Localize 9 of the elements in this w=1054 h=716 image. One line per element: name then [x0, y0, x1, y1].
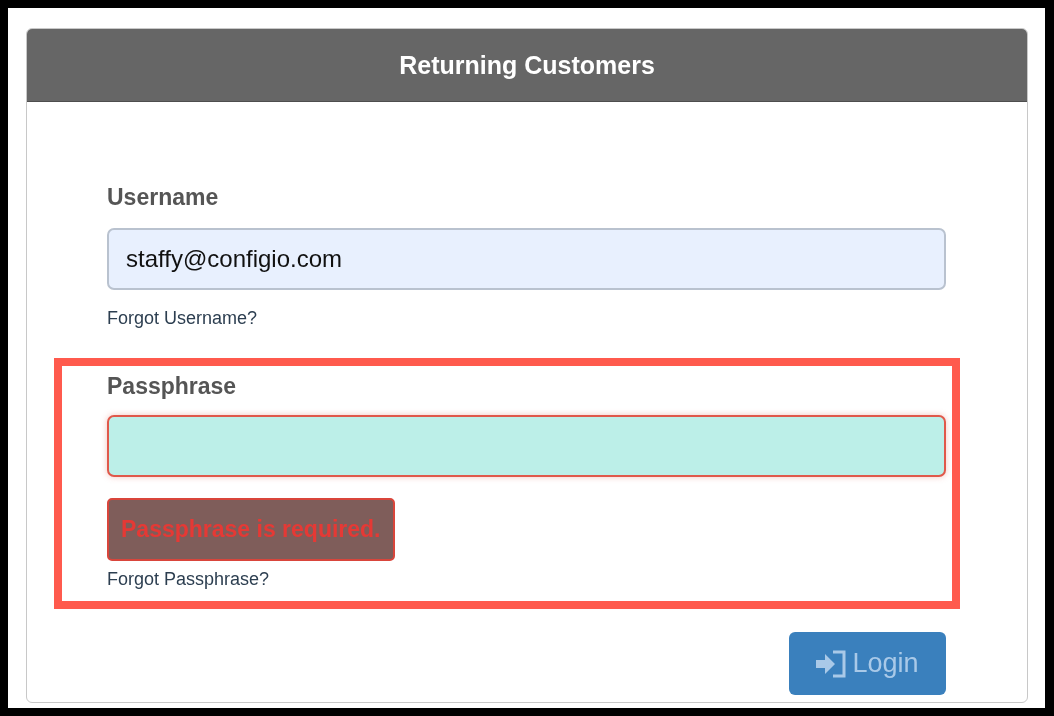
field-label: Username [107, 184, 219, 210]
forgot-link[interactable]: Forgot Passphrase? [107, 568, 270, 590]
input-field[interactable] [107, 415, 946, 477]
field-label: Passphrase [107, 373, 237, 399]
sign-in-icon [816, 649, 847, 678]
input-field[interactable]: staffy@configio.com [107, 228, 946, 290]
panel-title: Returning Customers [399, 50, 655, 80]
error-message: Passphrase is required. [107, 498, 395, 561]
forgot-link[interactable]: Forgot Username? [107, 307, 258, 329]
